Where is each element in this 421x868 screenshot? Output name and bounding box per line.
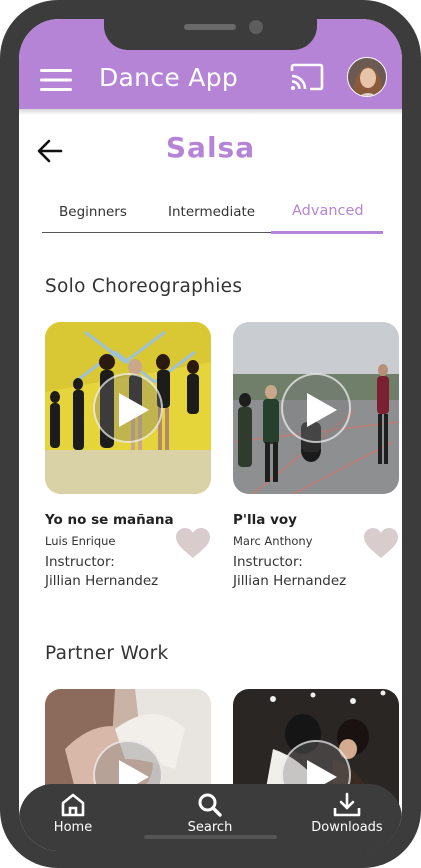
song-title: Yo no se mañana <box>45 512 174 528</box>
search-icon <box>198 793 222 817</box>
cast-icon <box>290 63 324 91</box>
video-thumbnail[interactable] <box>233 322 399 494</box>
section-title-solo: Solo Choreographies <box>45 276 243 297</box>
artist-name: Luis Enrique <box>45 534 116 548</box>
tab-advanced[interactable]: Advanced <box>292 203 364 219</box>
play-icon <box>119 393 149 427</box>
home-indicator <box>144 835 277 839</box>
heart-icon <box>364 528 398 558</box>
artist-name: Marc Anthony <box>233 534 313 548</box>
favorite-button[interactable] <box>175 527 211 559</box>
tab-beginners[interactable]: Beginners <box>59 204 127 220</box>
tab-active-indicator <box>271 231 383 234</box>
front-camera <box>249 20 263 34</box>
app-bar-shadow <box>19 109 402 115</box>
profile-photo-icon <box>348 58 386 96</box>
nav-downloads[interactable]: Downloads <box>309 792 385 835</box>
section-title-partner: Partner Work <box>45 643 169 664</box>
nav-home-label: Home <box>53 820 93 835</box>
phone-frame: Dance App Salsa Beginners Intermediate A… <box>0 0 421 868</box>
song-title: P'lla voy <box>233 512 297 528</box>
nav-downloads-label: Downloads <box>311 820 383 835</box>
video-thumbnail[interactable] <box>45 322 211 494</box>
menu-button[interactable] <box>40 67 72 93</box>
tab-intermediate[interactable]: Intermediate <box>168 204 255 220</box>
avatar[interactable] <box>347 57 387 97</box>
phone-notch <box>104 0 317 50</box>
app-title: Dance App <box>99 63 239 92</box>
page-title: Salsa <box>165 131 256 164</box>
play-button[interactable] <box>281 373 351 443</box>
instructor-label: Instructor: <box>233 554 303 570</box>
play-icon <box>307 393 337 427</box>
play-button[interactable] <box>93 373 163 443</box>
home-icon <box>61 793 85 817</box>
cast-button[interactable] <box>289 63 325 91</box>
bottom-navigation: Home Search Downloads <box>19 784 402 851</box>
speaker-grille <box>184 24 236 30</box>
download-icon <box>333 792 361 817</box>
heart-icon <box>176 528 210 558</box>
hamburger-icon <box>40 69 72 91</box>
favorite-button[interactable] <box>363 527 399 559</box>
nav-search-label: Search <box>187 820 233 835</box>
nav-search[interactable]: Search <box>185 792 235 835</box>
nav-home[interactable]: Home <box>53 792 93 835</box>
app-screen: Dance App Salsa Beginners Intermediate A… <box>19 19 402 851</box>
instructor-name: Jillian Hernandez <box>45 573 159 589</box>
tabs-divider <box>42 232 271 233</box>
level-tabs: Beginners Intermediate Advanced <box>42 203 384 234</box>
instructor-label: Instructor: <box>45 554 115 570</box>
instructor-name: Jillian Hernandez <box>233 573 347 589</box>
